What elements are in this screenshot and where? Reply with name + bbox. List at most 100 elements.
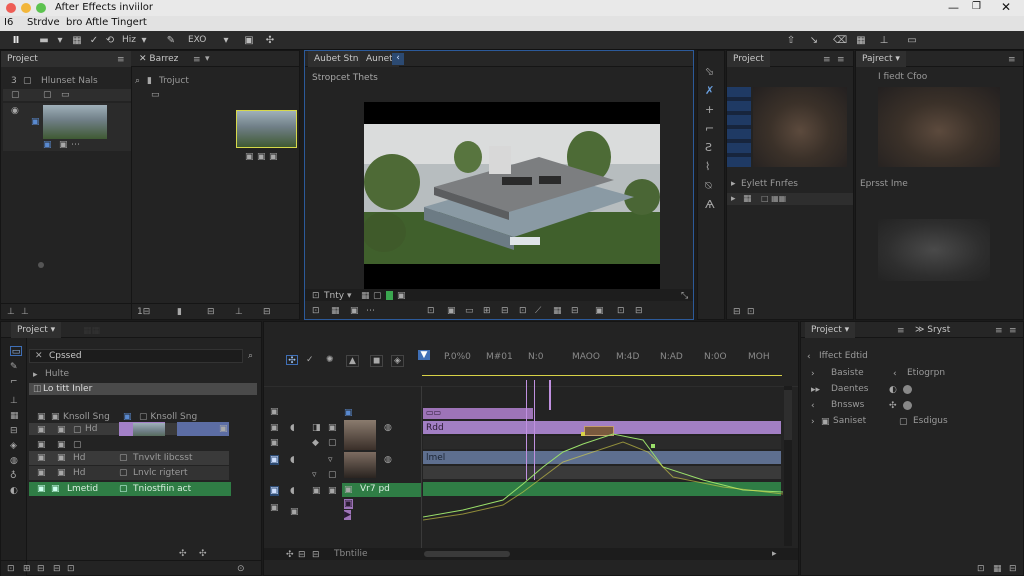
collapse-icon[interactable]: ‹: [807, 352, 811, 362]
pen-icon[interactable]: ✎: [10, 362, 18, 372]
close-window-button[interactable]: [6, 3, 16, 13]
settings-icon[interactable]: ▣: [269, 152, 278, 162]
effect-row-0-value[interactable]: Etiogrpn: [907, 368, 945, 378]
lock-icon[interactable]: ▣: [328, 423, 337, 433]
settings-icon[interactable]: ▢: [23, 76, 32, 86]
graph-tool-icon[interactable]: ✣: [286, 355, 298, 366]
lock-icon[interactable]: ▣: [57, 440, 66, 450]
menu-icon[interactable]: ≡: [1008, 55, 1016, 65]
expand-icon[interactable]: ‹: [811, 401, 815, 411]
av-icon[interactable]: ◫: [33, 384, 42, 394]
project-thumbnail[interactable]: [43, 105, 107, 139]
toolbar-field-1[interactable]: Hiz: [122, 35, 136, 45]
lock-icon[interactable]: ▢: [328, 470, 337, 480]
settings-icon[interactable]: ◍: [384, 455, 392, 465]
collapse-icon[interactable]: ▸: [731, 179, 736, 189]
frame-icon[interactable]: ▣: [397, 291, 406, 301]
camera-icon[interactable]: ⊡: [427, 306, 435, 316]
stamp-icon[interactable]: ⊥: [10, 396, 18, 406]
video-toggle-icon[interactable]: ▣: [37, 412, 46, 422]
render-icon[interactable]: ⊡: [7, 564, 15, 574]
link-icon[interactable]: ⊟: [53, 564, 61, 574]
brush-tool-icon[interactable]: ⌇: [705, 161, 710, 172]
settings-icon[interactable]: ◍: [384, 423, 392, 433]
3d-icon[interactable]: ⊞: [483, 306, 491, 316]
text-tool-icon[interactable]: Ƨ: [705, 142, 712, 153]
play-icon[interactable]: ▶: [344, 510, 351, 520]
layer-toggle-icon[interactable]: ▣: [270, 438, 279, 448]
label-icon[interactable]: ▢: [119, 453, 128, 463]
settings-icon[interactable]: ⊡: [617, 306, 625, 316]
lock-icon[interactable]: ▣: [290, 507, 299, 517]
folder-icon[interactable]: ▬: [38, 35, 50, 46]
lock-icon[interactable]: ▣: [57, 468, 66, 478]
chevron-down-icon[interactable]: ▾: [205, 54, 210, 64]
tab-right-project2[interactable]: Pajrect ▾: [856, 51, 906, 67]
lock-icon[interactable]: ▣: [51, 412, 60, 422]
puppet-icon[interactable]: ♁: [10, 471, 17, 481]
playhead-icon[interactable]: ▼: [418, 350, 430, 360]
layer-toggle-icon[interactable]: ▣: [270, 503, 279, 513]
comp-viewer[interactable]: [362, 102, 660, 290]
trash-icon[interactable]: ⊟: [1009, 564, 1017, 574]
select-tool-icon[interactable]: ▭: [10, 346, 22, 357]
solo-icon[interactable]: ◨: [312, 423, 321, 433]
layer-name-0[interactable]: Knsoll Sng: [63, 412, 110, 422]
clone-icon[interactable]: ◍: [10, 456, 18, 466]
layers-icon[interactable]: ⊟: [10, 426, 18, 436]
eye-icon[interactable]: ▸: [731, 194, 736, 204]
home-icon[interactable]: Ⅱ: [10, 35, 22, 46]
zoom-in-icon[interactable]: ⊟: [312, 550, 320, 560]
grid-icon[interactable]: ▦: [331, 306, 340, 316]
label-icon[interactable]: ▢: [73, 440, 82, 450]
tab-timeline-project[interactable]: Project ▾: [11, 322, 62, 338]
pen-tool-icon[interactable]: ✗: [705, 85, 714, 96]
eye-icon[interactable]: ◉: [11, 106, 19, 116]
grid-icon[interactable]: ▦: [993, 564, 1002, 574]
grid-icon[interactable]: ▦: [361, 291, 370, 301]
lock-icon[interactable]: ▢: [328, 438, 337, 448]
layer-name-2[interactable]: Hd: [73, 453, 85, 463]
tab-right-project[interactable]: Project: [727, 51, 770, 67]
zoom-window-button[interactable]: [36, 3, 46, 13]
wand-icon[interactable]: ⟋: [535, 306, 541, 316]
new-icon[interactable]: ⊟: [207, 307, 215, 317]
work-area-bar[interactable]: [422, 375, 782, 376]
chevron-down-icon[interactable]: ▾: [220, 35, 232, 46]
plus-icon[interactable]: +: [705, 104, 714, 115]
eraser-icon[interactable]: ◈: [10, 441, 17, 451]
stack-icon[interactable]: ⊟: [501, 306, 509, 316]
video-toggle-icon[interactable]: ▣: [37, 468, 46, 478]
layer-toggle-icon[interactable]: ▣: [270, 407, 279, 417]
effect-icon[interactable]: ▣: [344, 499, 353, 509]
up-arrow-icon[interactable]: ⇧: [785, 35, 797, 46]
settings-icon[interactable]: ▣: [59, 140, 68, 150]
label-icon[interactable]: ▢: [119, 468, 128, 478]
comment-icon[interactable]: ⊡: [977, 564, 985, 574]
chevron-left-icon[interactable]: ‹: [392, 53, 404, 65]
solo-icon[interactable]: ✺: [326, 355, 334, 365]
zoom-label[interactable]: Tnty: [324, 291, 344, 301]
video-toggle-icon[interactable]: ▣: [37, 425, 46, 435]
menu-icon[interactable]: ≡: [897, 326, 905, 336]
crop-icon[interactable]: ⌐: [705, 123, 714, 134]
collapse-icon[interactable]: ▸: [33, 370, 38, 380]
trash-icon[interactable]: ⊟: [733, 307, 741, 317]
rotate-icon[interactable]: ⟲: [104, 35, 116, 46]
menu-icon[interactable]: ≡: [837, 55, 845, 65]
label-icon[interactable]: ▢: [119, 484, 128, 494]
effect-row-0-name[interactable]: Basiste: [831, 368, 864, 378]
lock-icon[interactable]: ▢: [11, 90, 20, 100]
image-icon[interactable]: ▣: [243, 35, 255, 46]
effect-row-1-name[interactable]: Daentes: [831, 384, 868, 394]
pen-icon[interactable]: ✎: [165, 35, 177, 46]
expand-icon[interactable]: ▸▸: [811, 385, 820, 395]
project-preview-thumbnail[interactable]: [236, 110, 297, 148]
restore-icon[interactable]: ❐: [972, 1, 981, 12]
three-icon[interactable]: 3: [11, 76, 17, 86]
effect-icon[interactable]: ◆: [312, 438, 319, 448]
grid-icon[interactable]: ▦: [553, 306, 562, 316]
grid-icon[interactable]: ▦: [10, 411, 19, 421]
solo-icon[interactable]: ▣: [312, 486, 321, 496]
lock-icon[interactable]: ▣: [57, 453, 66, 463]
